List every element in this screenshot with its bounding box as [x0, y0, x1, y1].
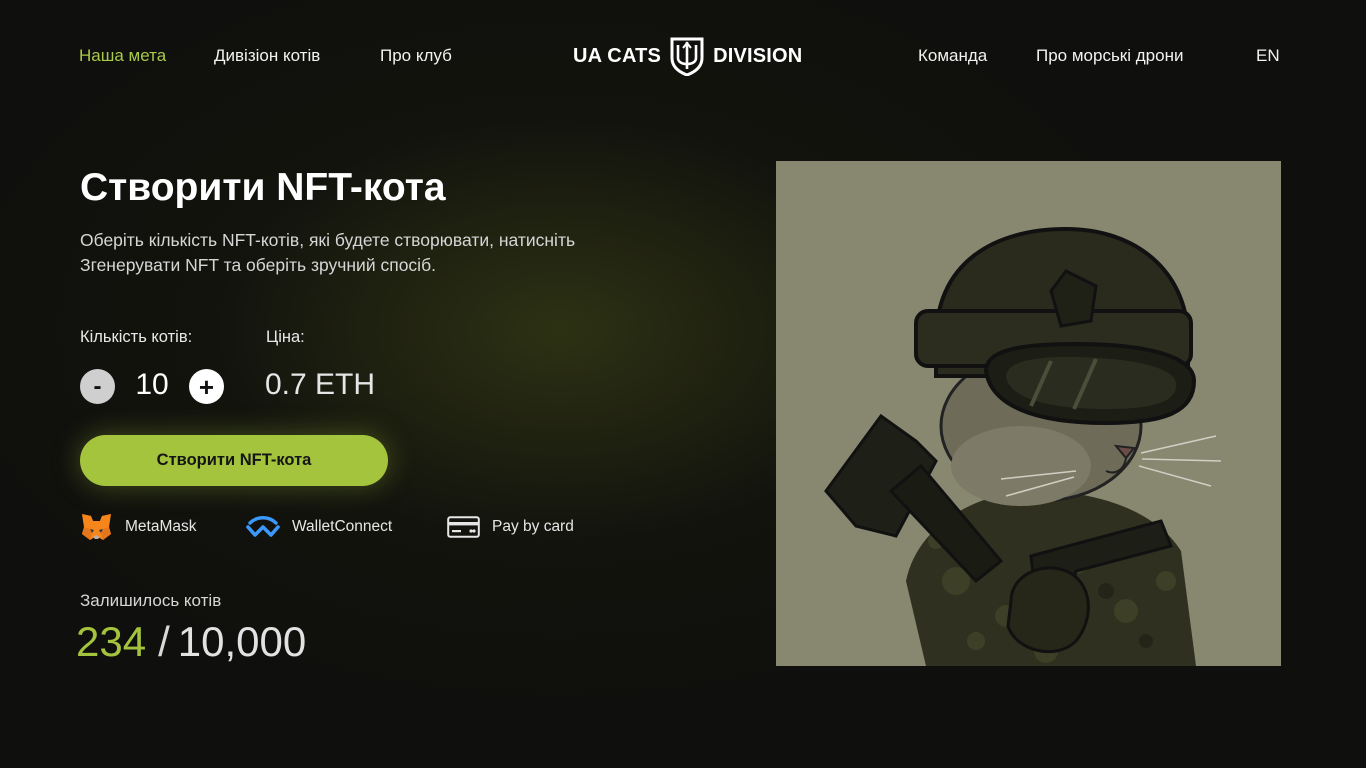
increase-quantity-button[interactable]: + — [189, 369, 224, 404]
nav-link-cats-division[interactable]: Дивізіон котів — [214, 46, 320, 66]
create-nft-button[interactable]: Створити NFT-кота — [80, 435, 388, 486]
nav-link-team[interactable]: Команда — [918, 46, 987, 66]
nav-link-about-club[interactable]: Про клуб — [380, 46, 452, 66]
logo-text-left: UA CATS — [573, 44, 662, 67]
remaining-counter: 234/10,000 — [76, 618, 306, 666]
quantity-label: Кількість котів: — [80, 328, 193, 346]
remaining-count: 234 — [76, 618, 147, 665]
language-switch[interactable]: EN — [1256, 46, 1280, 66]
walletconnect-icon — [246, 516, 280, 538]
credit-card-icon — [447, 516, 480, 538]
price-label: Ціна: — [266, 328, 305, 346]
metamask-option[interactable]: MetaMask — [80, 511, 197, 543]
nav-link-sea-drones[interactable]: Про морські дрони — [1036, 46, 1183, 66]
pay-by-card-option[interactable]: Pay by card — [447, 511, 574, 543]
walletconnect-label: WalletConnect — [292, 518, 393, 535]
page-subtitle: Оберіть кількість NFT-котів, які будете … — [80, 230, 576, 275]
quantity-value: 10 — [135, 368, 169, 401]
pay-by-card-label: Pay by card — [492, 518, 574, 535]
metamask-label: MetaMask — [125, 518, 197, 535]
remaining-separator: / — [158, 618, 170, 665]
top-navigation: Наша мета Дивізіон котів Про клуб UA CAT… — [0, 0, 1366, 112]
logo[interactable]: UA CATS DIVISION — [573, 36, 802, 76]
logo-text-right: DIVISION — [713, 44, 803, 67]
decrease-quantity-button[interactable]: - — [80, 369, 115, 404]
total-count: 10,000 — [177, 618, 307, 665]
trident-shield-icon — [669, 36, 705, 76]
price-value: 0.7 ETH — [265, 368, 376, 401]
nft-cat-artwork — [776, 161, 1281, 666]
remaining-label: Залишилось котів — [80, 591, 222, 610]
nav-link-our-goal[interactable]: Наша мета — [79, 46, 166, 66]
metamask-fox-icon — [80, 512, 113, 542]
walletconnect-option[interactable]: WalletConnect — [246, 511, 392, 543]
page-title: Створити NFT-кота — [80, 166, 446, 209]
